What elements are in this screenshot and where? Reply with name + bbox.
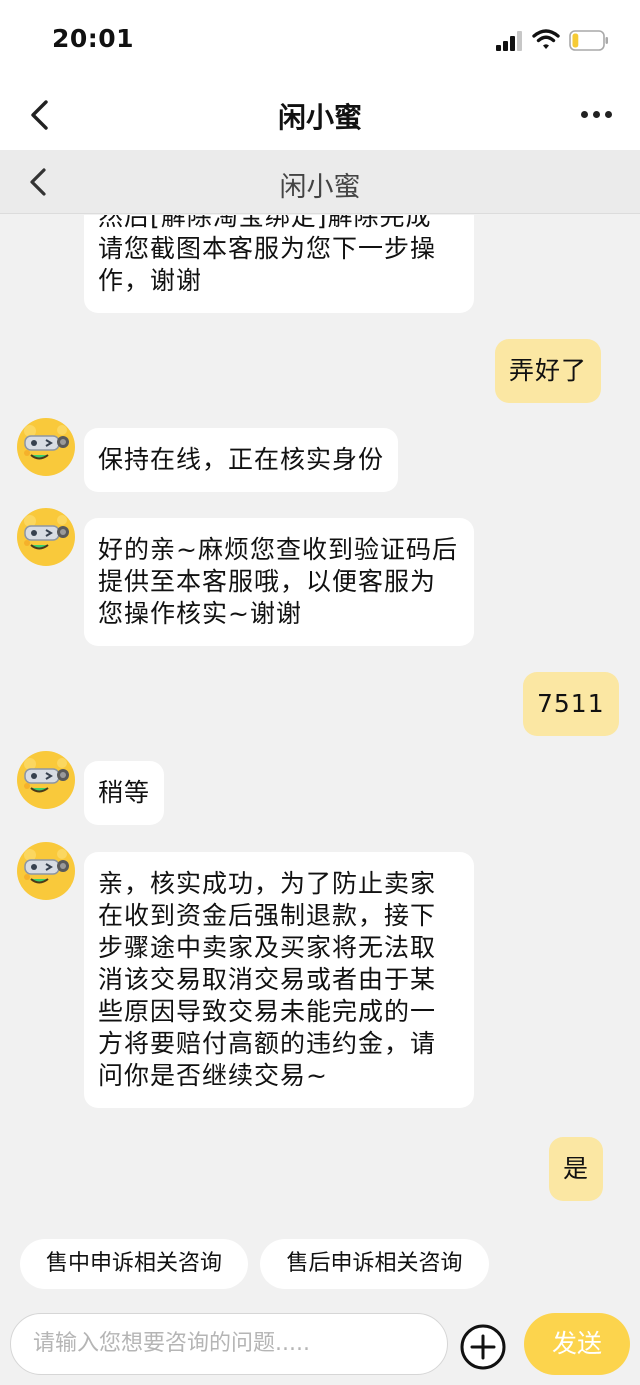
service-message: 保持在线，正在核实身份 — [84, 428, 399, 492]
user-message: 弄好了 — [495, 339, 602, 403]
message-line: 些原因导致交易未能完成的一 — [98, 997, 437, 1026]
message-line: 7511 — [537, 689, 605, 718]
message-line: 问你是否继续交易~ — [98, 1061, 328, 1090]
message-line: 亲，核实成功，为了防止卖家 — [98, 869, 437, 898]
service-message: 然后[解除淘宝绑定]解除完成 请您截图本客服为您下一步操 作，谢谢 — [84, 215, 474, 313]
service-message: 稍等 — [84, 761, 165, 825]
message-line: 步骤途中卖家及买家将无法取 — [98, 933, 437, 962]
service-message: 亲，核实成功，为了防止卖家 在收到资金后强制退款，接下 步骤途中卖家及买家将无法… — [84, 852, 474, 1108]
page-title: 闲小蜜 — [277, 101, 362, 134]
message-line: 在收到资金后强制退款，接下 — [98, 901, 437, 930]
wifi-icon — [532, 29, 560, 49]
input-bar: 请输入您想要咨询的问题..... 发送 — [0, 1305, 640, 1385]
quick-reply-chip[interactable]: 售后申诉相关咨询 — [260, 1239, 489, 1289]
quick-reply-chip[interactable]: 售中申诉相关咨询 — [20, 1239, 248, 1289]
message-line: 作，谢谢 — [98, 266, 203, 295]
message-line: 方将要赔付高额的违约金，请 — [98, 1029, 437, 1058]
user-message: 7511 — [523, 672, 619, 736]
message-line: 然后[解除淘宝绑定]解除完成 — [98, 215, 432, 231]
more-options-icon[interactable] — [578, 102, 614, 128]
chat-history[interactable]: 然后[解除淘宝绑定]解除完成 请您截图本客服为您下一步操 作，谢谢 弄好了 保持… — [0, 215, 640, 1235]
battery-icon — [569, 30, 608, 51]
user-message: 是 — [549, 1137, 604, 1201]
chat-title: 闲小蜜 — [279, 172, 361, 203]
cellular-signal-icon — [496, 31, 524, 51]
message-input[interactable]: 请输入您想要咨询的问题..... — [10, 1313, 448, 1375]
mascot-avatar-icon — [16, 507, 76, 567]
chat-sub-header: 闲小蜜 — [0, 150, 640, 214]
service-message: 好的亲~麻烦您查收到验证码后 提供至本客服哦，以便客服为 您操作核实~谢谢 — [84, 518, 474, 646]
message-line: 弄好了 — [509, 356, 588, 385]
send-button[interactable]: 发送 — [524, 1313, 630, 1375]
mascot-avatar-icon — [16, 750, 76, 810]
quick-reply-bar: 售中申诉相关咨询 售后申诉相关咨询 — [0, 1235, 640, 1305]
status-time: 20:01 — [52, 24, 135, 53]
message-line: 是 — [563, 1154, 590, 1183]
mascot-avatar-icon — [16, 841, 76, 901]
message-line: 您操作核实~谢谢 — [98, 599, 302, 628]
navigation-bar: 闲小蜜 — [0, 80, 640, 150]
message-line: 好的亲~麻烦您查收到验证码后 — [98, 535, 458, 564]
status-bar: 20:01 — [0, 0, 640, 80]
message-line: 消该交易取消交易或者由于某 — [98, 965, 437, 994]
message-line: 稍等 — [98, 778, 151, 807]
message-line: 保持在线，正在核实身份 — [98, 445, 385, 474]
mascot-avatar-icon — [16, 417, 76, 477]
plus-circle-icon[interactable] — [459, 1323, 507, 1371]
message-line: 提供至本客服哦，以便客服为 — [98, 567, 437, 596]
message-line: 请您截图本客服为您下一步操 — [98, 234, 437, 263]
